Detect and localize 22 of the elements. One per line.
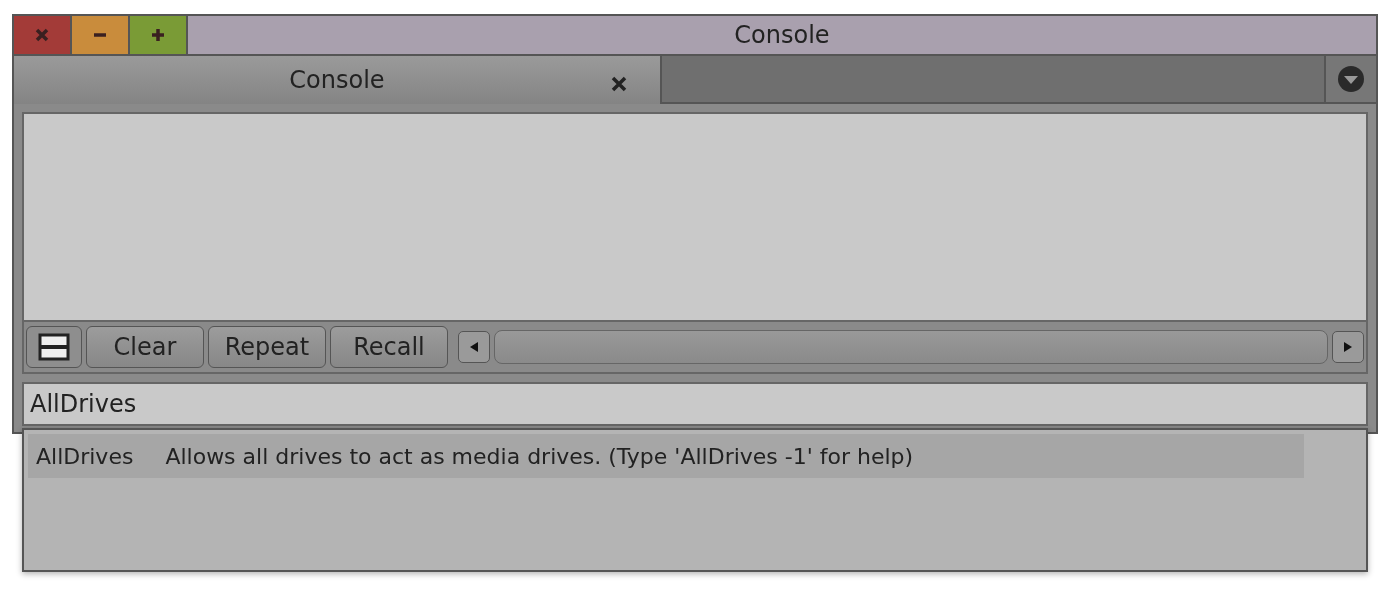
scroll-left-button[interactable] [458, 331, 490, 363]
command-description: Allows all drives to act as media drives. (Type 'AllDrives -1' for help) [165, 443, 914, 469]
tab[interactable]: Console [14, 56, 662, 104]
zoom-button[interactable] [130, 16, 188, 54]
split-view-button[interactable] [26, 326, 82, 368]
suggestion-row[interactable]: AllDrives Allows all drives to act as media drives. (Type 'AllDrives -1' for help) [28, 434, 1304, 478]
minus-icon [94, 33, 106, 37]
window-title: Console [733, 20, 831, 51]
toolbar-button[interactable]: Repeat [208, 326, 326, 368]
toolbar-button[interactable]: Recall [330, 326, 448, 368]
minimize-button[interactable] [72, 16, 130, 54]
command-name: AllDrives [36, 443, 134, 469]
close-icon[interactable] [610, 75, 628, 93]
close-icon [33, 26, 51, 44]
command-input[interactable]: AllDrives [22, 382, 1368, 426]
split-view-icon [38, 333, 70, 361]
dropdown-icon[interactable] [1337, 65, 1365, 93]
scroll-right-button[interactable] [1332, 331, 1364, 363]
plus-icon [149, 26, 167, 44]
toolbar-button[interactable]: Clear [86, 326, 204, 368]
right-arrow-icon [1344, 342, 1352, 352]
left-arrow-icon [470, 342, 478, 352]
